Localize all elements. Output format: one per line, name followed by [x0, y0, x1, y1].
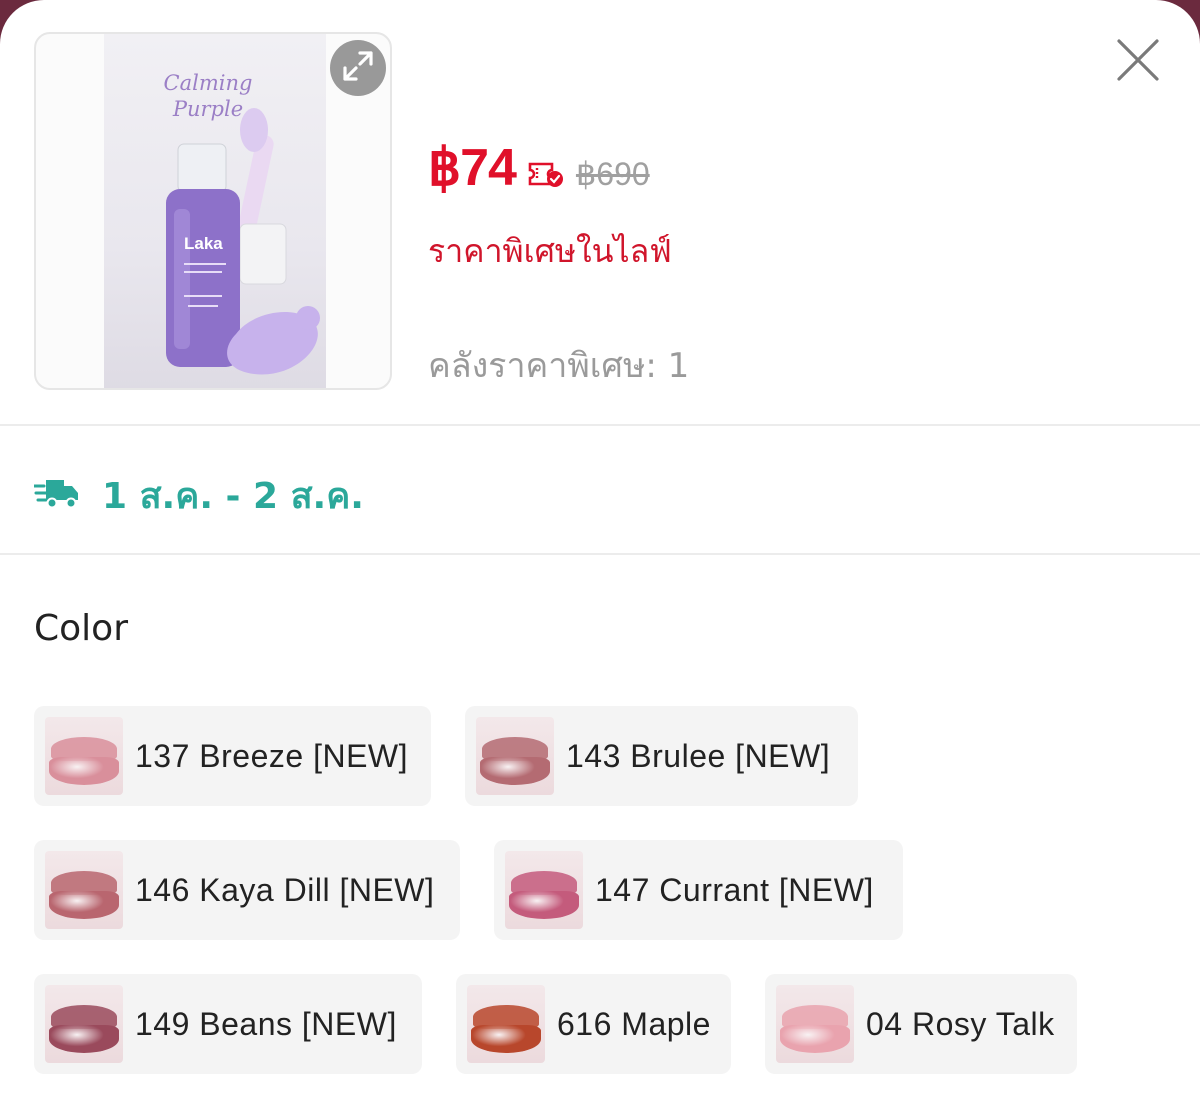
color-option-label: 147 Currant [NEW]	[595, 871, 874, 908]
color-option-label: 616 Maple	[557, 1005, 711, 1042]
serum-bottle-illustration: Laka	[166, 108, 320, 375]
color-option[interactable]: 147 Currant [NEW]	[494, 840, 903, 940]
color-option-label: 04 Rosy Talk	[866, 1005, 1055, 1042]
divider	[0, 424, 1200, 426]
shipping-estimate: 1 ส.ค. - 2 ส.ค.	[32, 468, 364, 522]
color-option-label: 146 Kaya Dill [NEW]	[135, 871, 435, 908]
close-icon	[1116, 38, 1160, 86]
color-option-label: 137 Breeze [NEW]	[135, 737, 408, 774]
color-section-title: Color	[34, 608, 128, 649]
color-option[interactable]: 146 Kaya Dill [NEW]	[34, 840, 460, 940]
special-price-stock: คลังราคาพิเศษ: 1	[428, 346, 690, 386]
color-option[interactable]: 616 Maple	[456, 974, 731, 1074]
lower-lip-shape	[49, 891, 119, 919]
color-swatch	[467, 985, 545, 1063]
color-option-label: 149 Beans [NEW]	[135, 1005, 397, 1042]
color-option[interactable]: 143 Brulee [NEW]	[465, 706, 858, 806]
color-swatch	[45, 851, 123, 929]
lower-lip-shape	[49, 757, 119, 785]
close-button[interactable]	[1112, 36, 1164, 88]
current-price: ฿74	[428, 139, 517, 197]
color-option[interactable]: 137 Breeze [NEW]	[34, 706, 431, 806]
color-option-label: 143 Brulee [NEW]	[566, 737, 831, 774]
lower-lip-shape	[480, 757, 550, 785]
bottle-brand-text: Laka	[184, 234, 223, 253]
product-photo: Calming Purple Laka	[104, 34, 326, 388]
lower-lip-shape	[780, 1025, 850, 1053]
color-option[interactable]: 149 Beans [NEW]	[34, 974, 422, 1074]
color-swatch	[45, 717, 123, 795]
product-options-sheet: Calming Purple Laka ฿74 ฿690 ราคาพิเศษใน…	[0, 0, 1200, 1102]
original-price: ฿690	[575, 156, 650, 192]
expand-icon	[341, 49, 375, 87]
lower-lip-shape	[509, 891, 579, 919]
color-option[interactable]: 04 Rosy Talk	[765, 974, 1077, 1074]
color-swatch	[45, 985, 123, 1063]
color-swatch	[776, 985, 854, 1063]
delivery-date-range: 1 ส.ค. - 2 ส.ค.	[102, 475, 364, 517]
lower-lip-shape	[49, 1025, 119, 1053]
live-special-price-label: ราคาพิเศษในไลฟ์	[428, 232, 672, 270]
price-row: ฿74 ฿690	[428, 138, 650, 202]
color-swatch	[505, 851, 583, 929]
coupon-check-icon	[528, 160, 564, 188]
color-swatch	[476, 717, 554, 795]
delivery-truck-icon	[32, 476, 80, 514]
expand-image-button[interactable]	[330, 40, 386, 96]
lower-lip-shape	[471, 1025, 541, 1053]
divider	[0, 553, 1200, 555]
